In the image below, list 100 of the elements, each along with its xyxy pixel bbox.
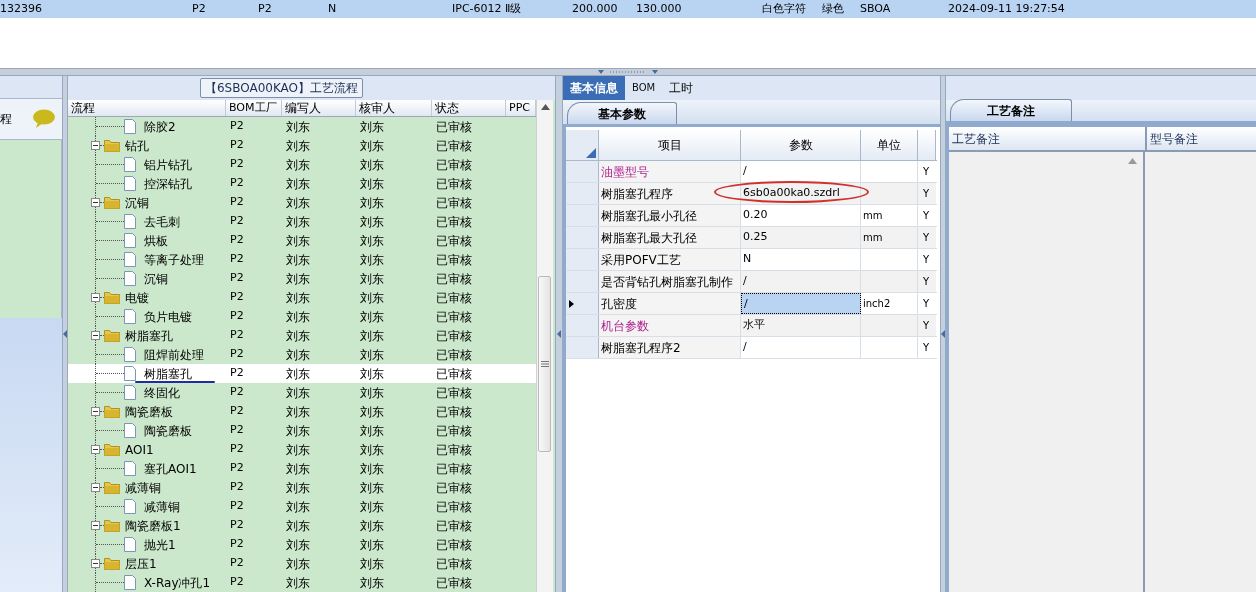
collapse-toggle-icon[interactable] — [91, 141, 100, 150]
table-cell-text: 刘东 — [285, 327, 311, 345]
tree-item-label[interactable]: 层压1 — [125, 554, 157, 573]
speech-bubble-icon[interactable] — [32, 109, 56, 129]
table-cell-text: 刘东 — [359, 156, 385, 174]
tree-item-label[interactable]: 塞孔AOI1 — [144, 459, 197, 478]
table-cell: Y — [918, 183, 936, 204]
tree-item-label[interactable]: 控深钻孔 — [144, 174, 192, 193]
table-cell-text: P2 — [229, 365, 245, 382]
table-cell: 油墨型号 — [599, 161, 741, 182]
splitter-grip-icon[interactable] — [598, 69, 658, 75]
column-header[interactable]: BOM工厂 — [226, 100, 282, 116]
table-cell-text: 已审核 — [435, 156, 473, 174]
table-cell: 机台参数 — [599, 315, 741, 336]
row-header[interactable] — [566, 293, 599, 314]
table-cell-text: P2 — [229, 517, 245, 534]
column-header[interactable]: 流程 — [68, 100, 226, 116]
table-cell: mm — [861, 227, 918, 248]
collapse-toggle-icon[interactable] — [91, 445, 100, 454]
tab[interactable]: 工时 — [662, 76, 701, 100]
tree-item-label[interactable]: 负片电镀 — [144, 307, 192, 326]
tab[interactable]: 基本信息 — [563, 76, 625, 100]
tree-item-label[interactable]: 沉铜 — [144, 269, 168, 288]
tree-item-label[interactable]: 陶瓷磨板1 — [125, 516, 181, 535]
tree-item-label[interactable]: 烘板 — [144, 231, 168, 250]
collapse-left-icon[interactable] — [557, 330, 561, 338]
table-cell-text: 刘东 — [285, 137, 311, 155]
table-cell-text: P2 — [229, 308, 245, 325]
column-header[interactable]: 编写人 — [282, 100, 356, 116]
tree-row[interactable]: 树脂塞孔 P2 刘东 刘东 已审核 — [68, 364, 536, 383]
table-cell-text: 刘东 — [285, 308, 311, 326]
table-cell-text: 刘东 — [285, 365, 311, 383]
scroll-thumb[interactable] — [538, 276, 551, 452]
table-cell-text: 已审核 — [435, 536, 473, 554]
folder-icon — [104, 196, 120, 209]
scroll-up-icon[interactable] — [540, 104, 550, 110]
table-cell-text: P2 — [192, 0, 207, 17]
table-cell-text: 刘东 — [285, 498, 311, 516]
column-header[interactable] — [918, 130, 936, 160]
column-header[interactable]: 核审人 — [356, 100, 432, 116]
table-cell-text: P2 — [229, 574, 245, 591]
column-header[interactable]: 型号备注 — [1147, 127, 1256, 150]
table-cell-text: P2 — [229, 118, 245, 135]
document-icon — [124, 423, 136, 438]
tree-item-label[interactable]: 树脂塞孔 — [125, 326, 173, 345]
table-cell-text: P2 — [229, 232, 245, 249]
tab[interactable]: BOM — [625, 76, 663, 100]
table-cell-text: 刘东 — [359, 346, 385, 364]
collapse-toggle-icon[interactable] — [91, 483, 100, 492]
table-cell-text: 已审核 — [435, 441, 473, 459]
table-cell-text: 已审核 — [435, 365, 473, 383]
row-indicator-icon — [569, 299, 574, 308]
tree-item-label[interactable]: 树脂塞孔 — [144, 364, 192, 383]
scrollbar[interactable] — [536, 100, 553, 592]
tree-item-label[interactable]: AOI1 — [125, 440, 154, 459]
tree-item-label[interactable]: 减薄铜 — [144, 497, 180, 516]
tree-item-label[interactable]: 钻孔 — [125, 136, 149, 155]
table-cell-text: 刘东 — [285, 555, 311, 573]
collapse-toggle-icon[interactable] — [91, 559, 100, 568]
table-cell-text: 刘东 — [285, 460, 311, 478]
table-cell: Y — [918, 315, 936, 336]
column-header[interactable]: 参数 — [741, 130, 861, 160]
tree-item-label[interactable]: 阻焊前处理 — [144, 345, 204, 364]
table-cell-text: 刘东 — [359, 441, 385, 459]
tree-item-label[interactable]: 陶瓷磨板 — [144, 421, 192, 440]
document-icon — [124, 461, 136, 476]
tree-item-label[interactable]: 等离子处理 — [144, 250, 204, 269]
tree-item-label[interactable]: 电镀 — [125, 288, 149, 307]
collapse-toggle-icon[interactable] — [91, 407, 100, 416]
collapse-toggle-icon[interactable] — [91, 331, 100, 340]
table-cell-text: P2 — [229, 194, 245, 211]
table-cell-text: 刘东 — [359, 327, 385, 345]
table-cell-text: 刘东 — [285, 517, 311, 535]
table-cell-text: 刘东 — [285, 213, 311, 231]
column-header[interactable]: 项目 — [599, 130, 741, 160]
tree-item-label[interactable]: 去毛刺 — [144, 212, 180, 231]
tree-item-label[interactable]: 减薄铜 — [125, 478, 161, 497]
table-cell-text: 白色字符 — [762, 0, 807, 17]
table-cell-text: SBOA — [860, 0, 892, 17]
table-cell-text: 已审核 — [435, 403, 473, 421]
column-header[interactable]: 单位 — [861, 130, 918, 160]
column-header[interactable]: 状态 — [432, 100, 506, 116]
table-cell-text: P2 — [229, 422, 245, 439]
tree-item-label[interactable]: 陶瓷磨板 — [125, 402, 173, 421]
collapse-toggle-icon[interactable] — [91, 198, 100, 207]
document-icon — [124, 271, 136, 286]
params-tab[interactable]: 基本参数 — [567, 102, 677, 124]
tree-item-label[interactable]: 除胶2 — [144, 117, 176, 136]
tree-item-label[interactable]: 终固化 — [144, 383, 180, 402]
column-header[interactable]: 工艺备注 — [949, 127, 1147, 150]
tree-item-label[interactable]: 抛光1 — [144, 535, 176, 554]
table-cell-text: 刘东 — [359, 555, 385, 573]
tree-item-label[interactable]: 铝片钻孔 — [144, 155, 192, 174]
notes-tab[interactable]: 工艺备注 — [950, 99, 1072, 121]
collapse-toggle-icon[interactable] — [91, 293, 100, 302]
table-cell[interactable]: / — [741, 293, 861, 314]
collapse-toggle-icon[interactable] — [91, 521, 100, 530]
tree-item-label[interactable]: 沉铜 — [125, 193, 149, 212]
table-cell-text: P2 — [229, 270, 245, 287]
tree-item-label[interactable]: X-Ray冲孔1 — [144, 573, 211, 592]
